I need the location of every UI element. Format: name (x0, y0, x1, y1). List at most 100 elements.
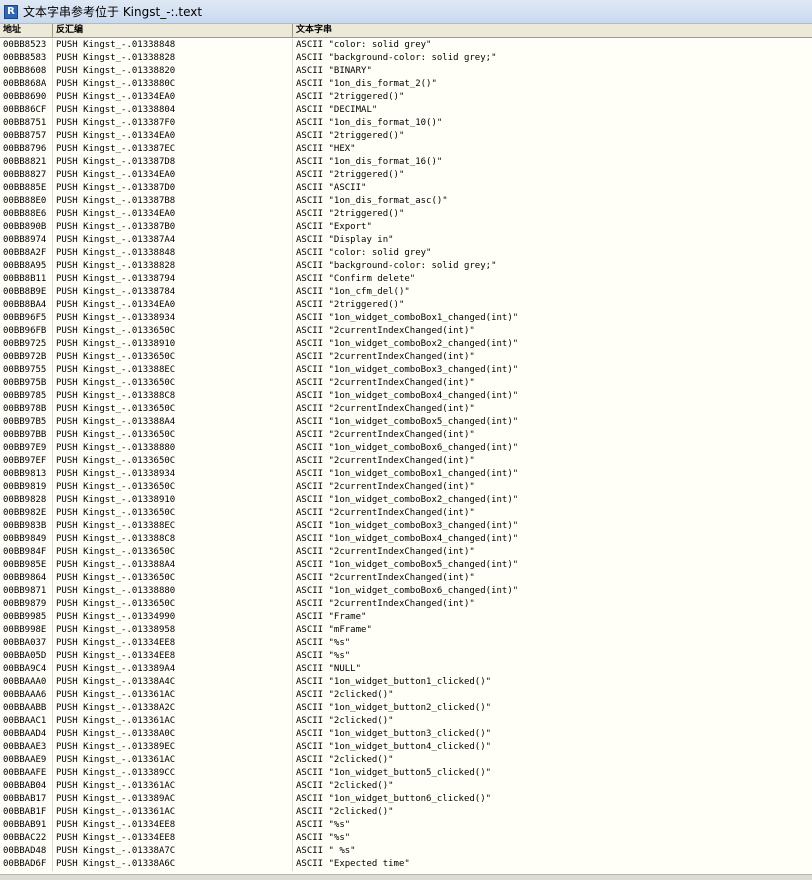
disassembly-cell: PUSH Kingst_-.013389CC (53, 767, 293, 780)
disassembly-cell: PUSH Kingst_-.01338804 (53, 104, 293, 117)
table-row[interactable]: 00BBAD6F PUSH Kingst_-.01338A6C ASCII "Exp… (0, 858, 812, 871)
address-cell: 00BB9725 (0, 338, 53, 351)
table-row[interactable]: 00BB9985 PUSH Kingst_-.01334990 ASCII "Fra… (0, 611, 812, 624)
address-cell: 00BBA9C4 (0, 663, 53, 676)
table-row[interactable]: 00BB8827 PUSH Kingst_-.01334EA0 ASCII "2tr… (0, 169, 812, 182)
text-string-cell: ASCII "NULL" (296, 664, 362, 674)
table-row[interactable]: 00BB9725 PUSH Kingst_-.01338910 ASCII "1on… (0, 338, 812, 351)
table-row[interactable]: 00BBAB91 PUSH Kingst_-.01334EE8 ASCII "%s" (0, 819, 812, 832)
table-row[interactable]: 00BB978B PUSH Kingst_-.0133650C ASCII "2cu… (0, 403, 812, 416)
table-row[interactable]: 00BB8BA4 PUSH Kingst_-.01334EA0 ASCII "2tr… (0, 299, 812, 312)
table-row[interactable]: 00BB97B5 PUSH Kingst_-.013388A4 ASCII "1on… (0, 416, 812, 429)
table-row[interactable]: 00BB8757 PUSH Kingst_-.01334EA0 ASCII "2tr… (0, 130, 812, 143)
table-row[interactable]: 00BB88E0 PUSH Kingst_-.013387B8 ASCII "1on… (0, 195, 812, 208)
disassembly-cell: PUSH Kingst_-.013388C8 (53, 533, 293, 546)
table-row[interactable]: 00BB983B PUSH Kingst_-.013388EC ASCII "1on… (0, 520, 812, 533)
table-row[interactable]: 00BBAD48 PUSH Kingst_-.01338A7C ASCII " %s… (0, 845, 812, 858)
table-row[interactable]: 00BB885E PUSH Kingst_-.013387D0 ASCII "ASC… (0, 182, 812, 195)
table-row[interactable]: 00BB88E6 PUSH Kingst_-.01334EA0 ASCII "2tr… (0, 208, 812, 221)
table-row[interactable]: 00BBAAE3 PUSH Kingst_-.013389EC ASCII "1on… (0, 741, 812, 754)
table-row[interactable]: 00BB9828 PUSH Kingst_-.01338910 ASCII "1on… (0, 494, 812, 507)
disassembly-cell: PUSH Kingst_-.0133650C (53, 572, 293, 585)
table-row[interactable]: 00BB9879 PUSH Kingst_-.0133650C ASCII "2cu… (0, 598, 812, 611)
table-row[interactable]: 00BBAAFE PUSH Kingst_-.013389CC ASCII "1on… (0, 767, 812, 780)
disassembly-cell: PUSH Kingst_-.013361AC (53, 715, 293, 728)
address-cell: 00BBAAFE (0, 767, 53, 780)
disassembly-cell: PUSH Kingst_-.013389AC (53, 793, 293, 806)
table-row[interactable]: 00BB9849 PUSH Kingst_-.013388C8 ASCII "1on… (0, 533, 812, 546)
column-header-address[interactable]: 地址 (0, 24, 53, 37)
table-row[interactable]: 00BB972B PUSH Kingst_-.0133650C ASCII "2cu… (0, 351, 812, 364)
table-row[interactable]: 00BB998E PUSH Kingst_-.01338958 ASCII "mFr… (0, 624, 812, 637)
table-row[interactable]: 00BBAAA6 PUSH Kingst_-.013361AC ASCII "2cl… (0, 689, 812, 702)
table-row[interactable]: 00BB86CF PUSH Kingst_-.01338804 ASCII "DEC… (0, 104, 812, 117)
text-string-cell: ASCII "2currentIndexChanged(int)" (296, 547, 475, 557)
table-row[interactable]: 00BB8A2F PUSH Kingst_-.01338848 ASCII "col… (0, 247, 812, 260)
table-row[interactable]: 00BBAAD4 PUSH Kingst_-.01338A0C ASCII "1on… (0, 728, 812, 741)
table-row[interactable]: 00BBAAE9 PUSH Kingst_-.013361AC ASCII "2cl… (0, 754, 812, 767)
table-row[interactable]: 00BB8751 PUSH Kingst_-.013387F0 ASCII "1on… (0, 117, 812, 130)
table-row[interactable]: 00BB982E PUSH Kingst_-.0133650C ASCII "2cu… (0, 507, 812, 520)
table-row[interactable]: 00BB8B11 PUSH Kingst_-.01338794 ASCII "Con… (0, 273, 812, 286)
horizontal-scrollbar[interactable] (0, 874, 812, 880)
table-row[interactable]: 00BB8796 PUSH Kingst_-.013387EC ASCII "HEX… (0, 143, 812, 156)
text-string-cell: ASCII "1on_widget_comboBox1_changed(int)… (296, 469, 519, 479)
table-row[interactable]: 00BB9785 PUSH Kingst_-.013388C8 ASCII "1on… (0, 390, 812, 403)
table-row[interactable]: 00BB97E9 PUSH Kingst_-.01338880 ASCII "1on… (0, 442, 812, 455)
address-cell: 00BB86CF (0, 104, 53, 117)
address-cell: 00BB885E (0, 182, 53, 195)
address-cell: 00BB8757 (0, 130, 53, 143)
table-row[interactable]: 00BBA05D PUSH Kingst_-.01334EE8 ASCII "%s" (0, 650, 812, 663)
text-string-cell: ASCII "2triggered()" (296, 300, 405, 310)
table-row[interactable]: 00BB9871 PUSH Kingst_-.01338880 ASCII "1on… (0, 585, 812, 598)
table-row[interactable]: 00BB96FB PUSH Kingst_-.0133650C ASCII "2cu… (0, 325, 812, 338)
table-row[interactable]: 00BB97EF PUSH Kingst_-.0133650C ASCII "2cu… (0, 455, 812, 468)
text-string-cell: ASCII "2triggered()" (296, 209, 405, 219)
disassembly-cell: PUSH Kingst_-.013387A4 (53, 234, 293, 247)
disassembly-cell: PUSH Kingst_-.013388EC (53, 520, 293, 533)
table-row[interactable]: 00BB868A PUSH Kingst_-.0133880C ASCII "1on… (0, 78, 812, 91)
text-string-cell: ASCII "color: solid grey" (296, 40, 432, 50)
table-row[interactable]: 00BB96F5 PUSH Kingst_-.01338934 ASCII "1on… (0, 312, 812, 325)
table-row[interactable]: 00BBA9C4 PUSH Kingst_-.013389A4 ASCII "NUL… (0, 663, 812, 676)
table-row[interactable]: 00BBAB04 PUSH Kingst_-.013361AC ASCII "2cl… (0, 780, 812, 793)
table-row[interactable]: 00BBAAC1 PUSH Kingst_-.013361AC ASCII "2cl… (0, 715, 812, 728)
table-row[interactable]: 00BB8821 PUSH Kingst_-.013387D8 ASCII "1on… (0, 156, 812, 169)
title-bar[interactable]: R 文本字串参考位于 Kingst_-:.text (0, 0, 812, 24)
table-row[interactable]: 00BB8583 PUSH Kingst_-.01338828 ASCII "bac… (0, 52, 812, 65)
table-row[interactable]: 00BB9819 PUSH Kingst_-.0133650C ASCII "2cu… (0, 481, 812, 494)
table-row[interactable]: 00BBAB1F PUSH Kingst_-.013361AC ASCII "2cl… (0, 806, 812, 819)
table-row[interactable]: 00BB985E PUSH Kingst_-.013388A4 ASCII "1on… (0, 559, 812, 572)
table-row[interactable]: 00BB8B9E PUSH Kingst_-.01338784 ASCII "1on… (0, 286, 812, 299)
text-string-cell: ASCII "1on_widget_button4_clicked()" (296, 742, 492, 752)
table-row[interactable]: 00BBAC22 PUSH Kingst_-.01334EE8 ASCII "%s" (0, 832, 812, 845)
column-header-disassembly[interactable]: 反汇编 (53, 24, 293, 37)
table-row[interactable]: 00BB975B PUSH Kingst_-.0133650C ASCII "2cu… (0, 377, 812, 390)
disassembly-cell: PUSH Kingst_-.01338820 (53, 65, 293, 78)
column-header-text-string[interactable]: 文本字串 (293, 24, 812, 37)
address-cell: 00BBA037 (0, 637, 53, 650)
disassembly-cell: PUSH Kingst_-.013388A4 (53, 559, 293, 572)
table-row[interactable]: 00BBAAA0 PUSH Kingst_-.01338A4C ASCII "1on… (0, 676, 812, 689)
text-string-cell: ASCII "1on_widget_button5_clicked()" (296, 768, 492, 778)
table-row[interactable]: 00BB9755 PUSH Kingst_-.013388EC ASCII "1on… (0, 364, 812, 377)
address-cell: 00BB97BB (0, 429, 53, 442)
address-cell: 00BB8690 (0, 91, 53, 104)
table-row[interactable]: 00BB97BB PUSH Kingst_-.0133650C ASCII "2cu… (0, 429, 812, 442)
table-row[interactable]: 00BBAB17 PUSH Kingst_-.013389AC ASCII "1on… (0, 793, 812, 806)
address-cell: 00BBAAA6 (0, 689, 53, 702)
table-row[interactable]: 00BB890B PUSH Kingst_-.013387B0 ASCII "Exp… (0, 221, 812, 234)
text-string-cell: ASCII "2clicked()" (296, 716, 394, 726)
table-row[interactable]: 00BB9864 PUSH Kingst_-.0133650C ASCII "2cu… (0, 572, 812, 585)
table-row[interactable]: 00BBA037 PUSH Kingst_-.01334EE8 ASCII "%s" (0, 637, 812, 650)
table-row[interactable]: 00BB8A95 PUSH Kingst_-.01338828 ASCII "bac… (0, 260, 812, 273)
string-reference-list[interactable]: 00BB8523 PUSH Kingst_-.01338848 ASCII "col… (0, 39, 812, 874)
table-row[interactable]: 00BB984F PUSH Kingst_-.0133650C ASCII "2cu… (0, 546, 812, 559)
text-string-cell: ASCII "1on_cfm_del()" (296, 287, 410, 297)
table-row[interactable]: 00BB8690 PUSH Kingst_-.01334EA0 ASCII "2tr… (0, 91, 812, 104)
table-row[interactable]: 00BBAABB PUSH Kingst_-.01338A2C ASCII "1on… (0, 702, 812, 715)
table-row[interactable]: 00BB8608 PUSH Kingst_-.01338820 ASCII "BIN… (0, 65, 812, 78)
table-row[interactable]: 00BB8974 PUSH Kingst_-.013387A4 ASCII "Dis… (0, 234, 812, 247)
table-row[interactable]: 00BB8523 PUSH Kingst_-.01338848 ASCII "col… (0, 39, 812, 52)
table-row[interactable]: 00BB9813 PUSH Kingst_-.01338934 ASCII "1on… (0, 468, 812, 481)
